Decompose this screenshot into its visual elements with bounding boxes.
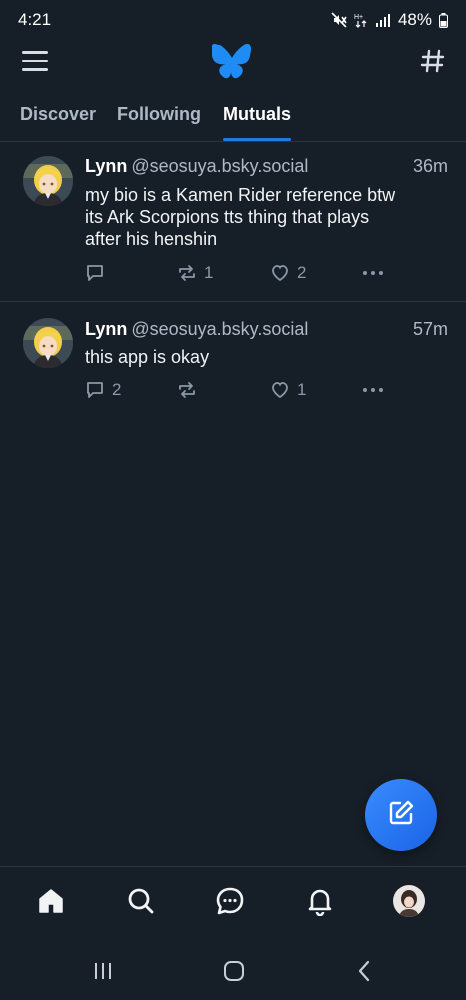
post-text: this app is okay [85,346,448,368]
post-time: 57m [412,319,448,339]
bell-icon[interactable] [302,883,338,919]
repost-icon [177,380,197,400]
repost-button[interactable]: 1 [177,263,213,283]
status-icons: H+ 48% [331,10,448,30]
hashtag-icon[interactable] [420,48,446,74]
active-tab-indicator [223,138,292,141]
home-icon[interactable] [33,883,69,919]
compose-icon [386,798,416,833]
data-arrows-icon: H+ [354,12,368,28]
reply-button[interactable] [85,263,112,283]
post-text-line: my bio is a Kamen Rider reference btw [85,185,396,205]
top-bar [0,40,466,84]
reply-icon [85,380,105,400]
repost-icon [177,263,197,283]
heart-icon [270,380,290,400]
hamburger-icon[interactable] [22,51,48,71]
post-time: 36m [412,156,448,176]
post-text: my bio is a Kamen Rider reference btw it… [85,184,448,250]
post-item[interactable]: Lynn @seosuya.bsky.social 36m my bio is a… [0,142,466,302]
compose-button[interactable] [365,779,437,851]
more-dots-icon [362,380,384,400]
search-icon[interactable] [123,883,159,919]
more-options-button[interactable] [362,263,384,283]
reply-button[interactable]: 2 [85,380,121,400]
tab-mutuals[interactable]: Mutuals [223,92,292,141]
recent-apps-icon[interactable] [91,960,115,982]
chat-icon[interactable] [212,883,248,919]
reply-count: 2 [112,380,122,399]
feed-tabs: Discover Following Mutuals [0,92,466,142]
home-button-icon[interactable] [222,960,246,982]
tab-following[interactable]: Following [117,92,201,141]
avatar[interactable] [23,318,73,368]
battery-icon [439,12,448,28]
battery-percent: 48% [397,10,432,29]
mute-icon [331,12,347,28]
profile-avatar[interactable] [391,883,427,919]
author-handle[interactable]: @seosuya.bsky.social [131,319,308,339]
status-bar: 4:21 H+ 48% [0,0,466,40]
svg-text:H+: H+ [354,14,363,21]
post-header: Lynn @seosuya.bsky.social 57m [85,319,448,343]
bottom-nav [0,866,466,938]
like-count: 2 [297,263,307,282]
more-dots-icon [362,263,384,283]
butterfly-logo [211,42,252,80]
system-navigation-bar [0,940,466,1000]
back-icon[interactable] [352,960,376,982]
post-header: Lynn @seosuya.bsky.social 36m [85,156,448,180]
post-text-line: its Ark Scorpions tts thing that plays [85,207,370,227]
heart-icon [270,263,290,283]
avatar[interactable] [23,156,73,206]
status-time: 4:21 [18,10,52,29]
like-button[interactable]: 2 [270,263,306,283]
repost-count: 1 [204,263,214,282]
author-name[interactable]: Lynn [85,319,127,339]
like-button[interactable]: 1 [270,380,306,400]
tab-mutuals-label: Mutuals [223,104,292,124]
like-count: 1 [297,380,307,399]
post-text-line: after his henshin [85,229,218,249]
tab-discover[interactable]: Discover [20,92,96,141]
tab-discover-label: Discover [20,104,97,124]
tab-following-label: Following [117,104,201,124]
more-options-button[interactable] [362,380,384,400]
author-name[interactable]: Lynn [85,156,127,176]
author-handle[interactable]: @seosuya.bsky.social [131,156,308,176]
signal-icon [375,13,391,27]
repost-button[interactable] [177,380,204,400]
reply-icon [85,263,105,283]
post-text-line: this app is okay [85,347,210,367]
post-item[interactable]: Lynn @seosuya.bsky.social 57m this app is… [0,302,466,420]
